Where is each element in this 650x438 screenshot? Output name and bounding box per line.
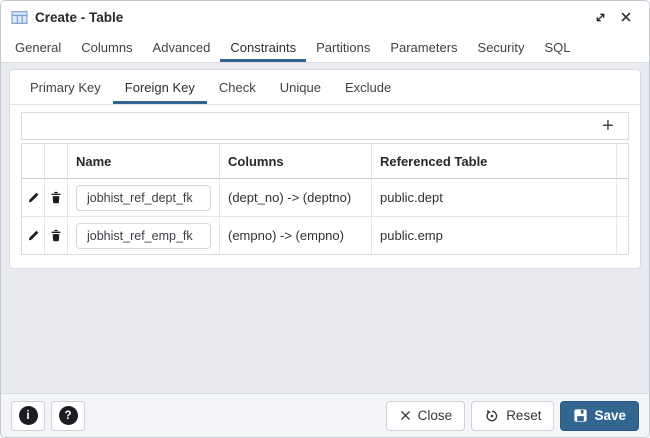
table-row: (empno) -> (empno) public.emp (22, 217, 628, 254)
close-button-label: Close (418, 408, 453, 423)
tab-partitions[interactable]: Partitions (306, 33, 380, 62)
help-button[interactable]: ? (51, 401, 85, 431)
maximize-icon[interactable] (587, 5, 613, 29)
referenced-table-cell: public.emp (372, 217, 617, 254)
tab-general[interactable]: General (5, 33, 71, 62)
constraint-name-input[interactable] (76, 185, 211, 211)
grid-header-row: Name Columns Referenced Table (22, 144, 628, 179)
save-button[interactable]: Save (560, 401, 639, 431)
reset-button[interactable]: Reset (471, 401, 554, 431)
constraint-subtab-bar: Primary Key Foreign Key Check Unique Exc… (10, 70, 640, 105)
edit-row-icon[interactable] (24, 188, 43, 207)
header-referenced-table: Referenced Table (372, 144, 617, 178)
referenced-table-cell: public.dept (372, 179, 617, 216)
tab-constraints[interactable]: Constraints (220, 33, 306, 62)
close-icon[interactable] (613, 5, 639, 29)
save-floppy-icon (573, 408, 588, 423)
constraints-panel: Primary Key Foreign Key Check Unique Exc… (1, 63, 649, 269)
add-foreign-key-button[interactable]: + (594, 114, 622, 138)
header-columns: Columns (220, 144, 372, 178)
tab-columns[interactable]: Columns (71, 33, 142, 62)
header-end-spacer (617, 144, 633, 178)
reset-button-label: Reset (506, 408, 541, 423)
subtab-primary-key[interactable]: Primary Key (18, 70, 113, 104)
tab-parameters[interactable]: Parameters (380, 33, 467, 62)
subtab-foreign-key[interactable]: Foreign Key (113, 70, 207, 104)
save-button-label: Save (594, 408, 626, 423)
titlebar: Create - Table (1, 1, 649, 33)
subtab-check[interactable]: Check (207, 70, 268, 104)
info-icon: i (19, 406, 38, 425)
foreign-key-grid: Name Columns Referenced Table (21, 143, 629, 255)
foreign-key-panel: + Name Columns Referenced Table (10, 105, 640, 268)
tab-advanced[interactable]: Advanced (143, 33, 221, 62)
tab-sql[interactable]: SQL (535, 33, 581, 62)
grid-toolbar: + (21, 112, 629, 140)
columns-mapping-cell: (empno) -> (empno) (220, 217, 372, 254)
row-end-spacer (617, 217, 633, 254)
close-button[interactable]: Close (386, 401, 466, 431)
header-name: Name (68, 144, 220, 178)
info-button[interactable]: i (11, 401, 45, 431)
delete-row-icon[interactable] (47, 188, 65, 207)
delete-column-spacer (45, 144, 68, 178)
edit-row-icon[interactable] (24, 226, 43, 245)
columns-mapping-cell: (dept_no) -> (deptno) (220, 179, 372, 216)
subtab-exclude[interactable]: Exclude (333, 70, 403, 104)
delete-row-icon[interactable] (47, 226, 65, 245)
constraints-card: Primary Key Foreign Key Check Unique Exc… (9, 69, 641, 269)
row-end-spacer (617, 179, 633, 216)
close-x-icon (399, 409, 412, 422)
subtab-unique[interactable]: Unique (268, 70, 333, 104)
edit-column-spacer (22, 144, 45, 178)
tab-security[interactable]: Security (468, 33, 535, 62)
dialog-title: Create - Table (35, 10, 587, 25)
table-icon (11, 9, 28, 26)
reset-icon (484, 408, 500, 424)
dialog-footer: i ? Close Reset (1, 393, 649, 437)
create-table-dialog: Create - Table General Columns Advanced … (0, 0, 650, 438)
help-icon: ? (59, 406, 78, 425)
constraint-name-input[interactable] (76, 223, 211, 249)
main-tab-bar: General Columns Advanced Constraints Par… (1, 33, 649, 63)
table-row: (dept_no) -> (deptno) public.dept (22, 179, 628, 217)
